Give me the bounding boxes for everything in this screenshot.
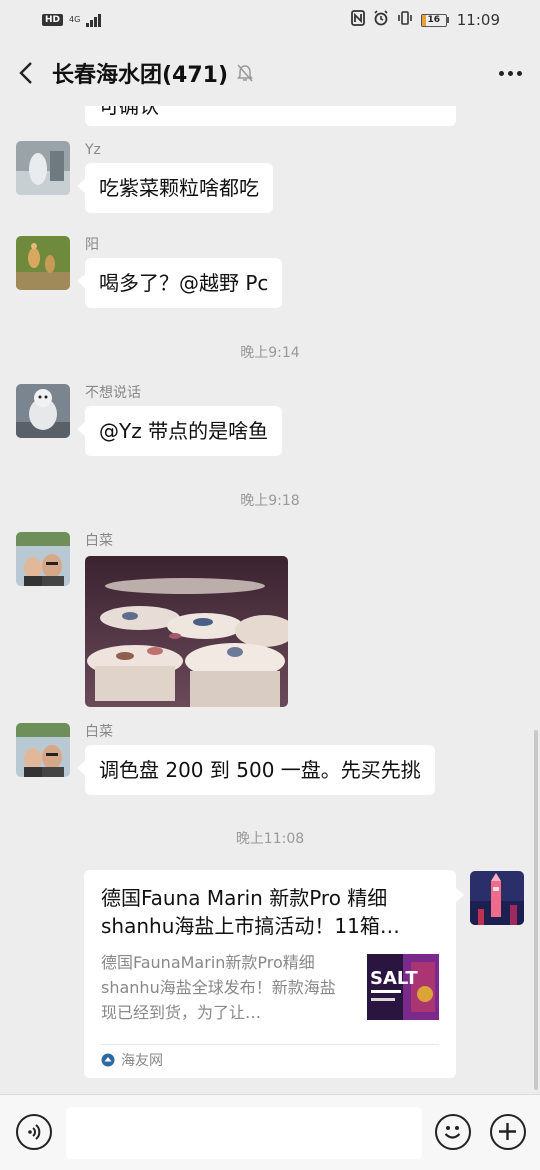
partial-message-text: 可确认 (99, 106, 159, 118)
sender-name: 阳 (85, 237, 99, 253)
status-left: HD 4G (42, 13, 102, 27)
card-divider (101, 1044, 439, 1045)
avatar[interactable] (16, 141, 70, 195)
voice-button[interactable] (16, 1114, 52, 1150)
scrollbar[interactable] (534, 730, 538, 1090)
timestamp: 晚上9:18 (240, 493, 300, 509)
link-card[interactable]: 德国Fauna Marin 新款Pro 精细shanhu海盐上市搞活动！11箱…… (84, 870, 464, 1078)
status-time: 11:09 (456, 11, 500, 29)
back-button[interactable] (0, 40, 52, 106)
plus-icon (499, 1123, 516, 1140)
status-bar: HD 4G 16 11:09 (0, 0, 540, 40)
partial-message-bubble[interactable]: 可确认 (85, 106, 456, 126)
network-type: 4G (69, 15, 81, 24)
card-description: 德国FaunaMarin新款Pro精细shanhu海盐全球发布！新款海盐现已经到… (101, 953, 336, 1022)
message-row: 不想说话 @Yz 带点的是啥鱼 (16, 384, 283, 456)
emoji-button[interactable] (435, 1114, 471, 1150)
avatar[interactable] (16, 532, 70, 586)
avatar[interactable] (16, 236, 70, 290)
message-bubble[interactable]: 吃紫菜颗粒啥都吃 (77, 163, 273, 213)
sender-name: Yz (85, 142, 101, 158)
battery-level: 16 (427, 14, 441, 25)
voice-icon (28, 1124, 41, 1140)
chat-title: 长春海水团(471) (52, 63, 229, 88)
more-functions-button[interactable] (490, 1114, 526, 1150)
sender-name: 白菜 (85, 533, 113, 549)
message-bubble[interactable]: 调色盘 200 到 500 一盘。先买先挑 (77, 745, 435, 795)
sender-name: 不想说话 (85, 385, 141, 401)
mute-icon (236, 63, 254, 83)
card-thumb-text: SALT (370, 968, 418, 989)
message-input[interactable] (66, 1107, 422, 1159)
input-bar (0, 1094, 540, 1170)
message-row: 白菜 调色盘 200 到 500 一盘。先买先挑 (16, 723, 435, 795)
battery-icon: 16 (420, 13, 449, 27)
hd-badge: HD (42, 14, 64, 26)
timestamp: 晚上11:08 (235, 831, 305, 847)
vibrate-icon (397, 10, 413, 30)
nfc-icon (350, 10, 365, 30)
message-bubble[interactable]: 喝多了？@越野 Pc (76, 258, 283, 308)
message-row: 白菜 (16, 532, 288, 707)
avatar[interactable] (16, 723, 70, 777)
emoji-icon (444, 1126, 461, 1139)
message-list[interactable]: 可确认 Yz 吃紫菜颗粒啥都吃 阳 喝多了？@越野 Pc 晚上9:14 不想说话… (0, 106, 540, 1094)
status-right: 16 11:09 (350, 10, 500, 30)
coral-photo[interactable] (85, 556, 288, 707)
source-logo-icon (101, 1053, 115, 1067)
chat-header: 长春海水团(471) (0, 40, 540, 106)
message-row: 阳 喝多了？@越野 Pc (16, 236, 283, 308)
message-bubble[interactable]: @Yz 带点的是啥鱼 (76, 406, 283, 456)
signal-icon (86, 13, 102, 27)
back-icon (19, 62, 32, 84)
card-source: 海友网 (101, 1050, 163, 1070)
avatar[interactable] (16, 384, 70, 438)
alarm-icon (373, 10, 389, 30)
card-title: 德国Fauna Marin 新款Pro 精细shanhu海盐上市搞活动！11箱… (101, 886, 400, 938)
sender-name: 白菜 (85, 724, 113, 740)
self-avatar[interactable] (470, 871, 524, 925)
more-button[interactable] (480, 70, 540, 76)
card-source-name: 海友网 (121, 1053, 163, 1069)
more-icon (498, 70, 504, 76)
card-thumbnail: SALT (367, 954, 439, 1020)
message-row: Yz 吃紫菜颗粒啥都吃 (16, 141, 273, 213)
timestamp: 晚上9:14 (240, 345, 300, 361)
